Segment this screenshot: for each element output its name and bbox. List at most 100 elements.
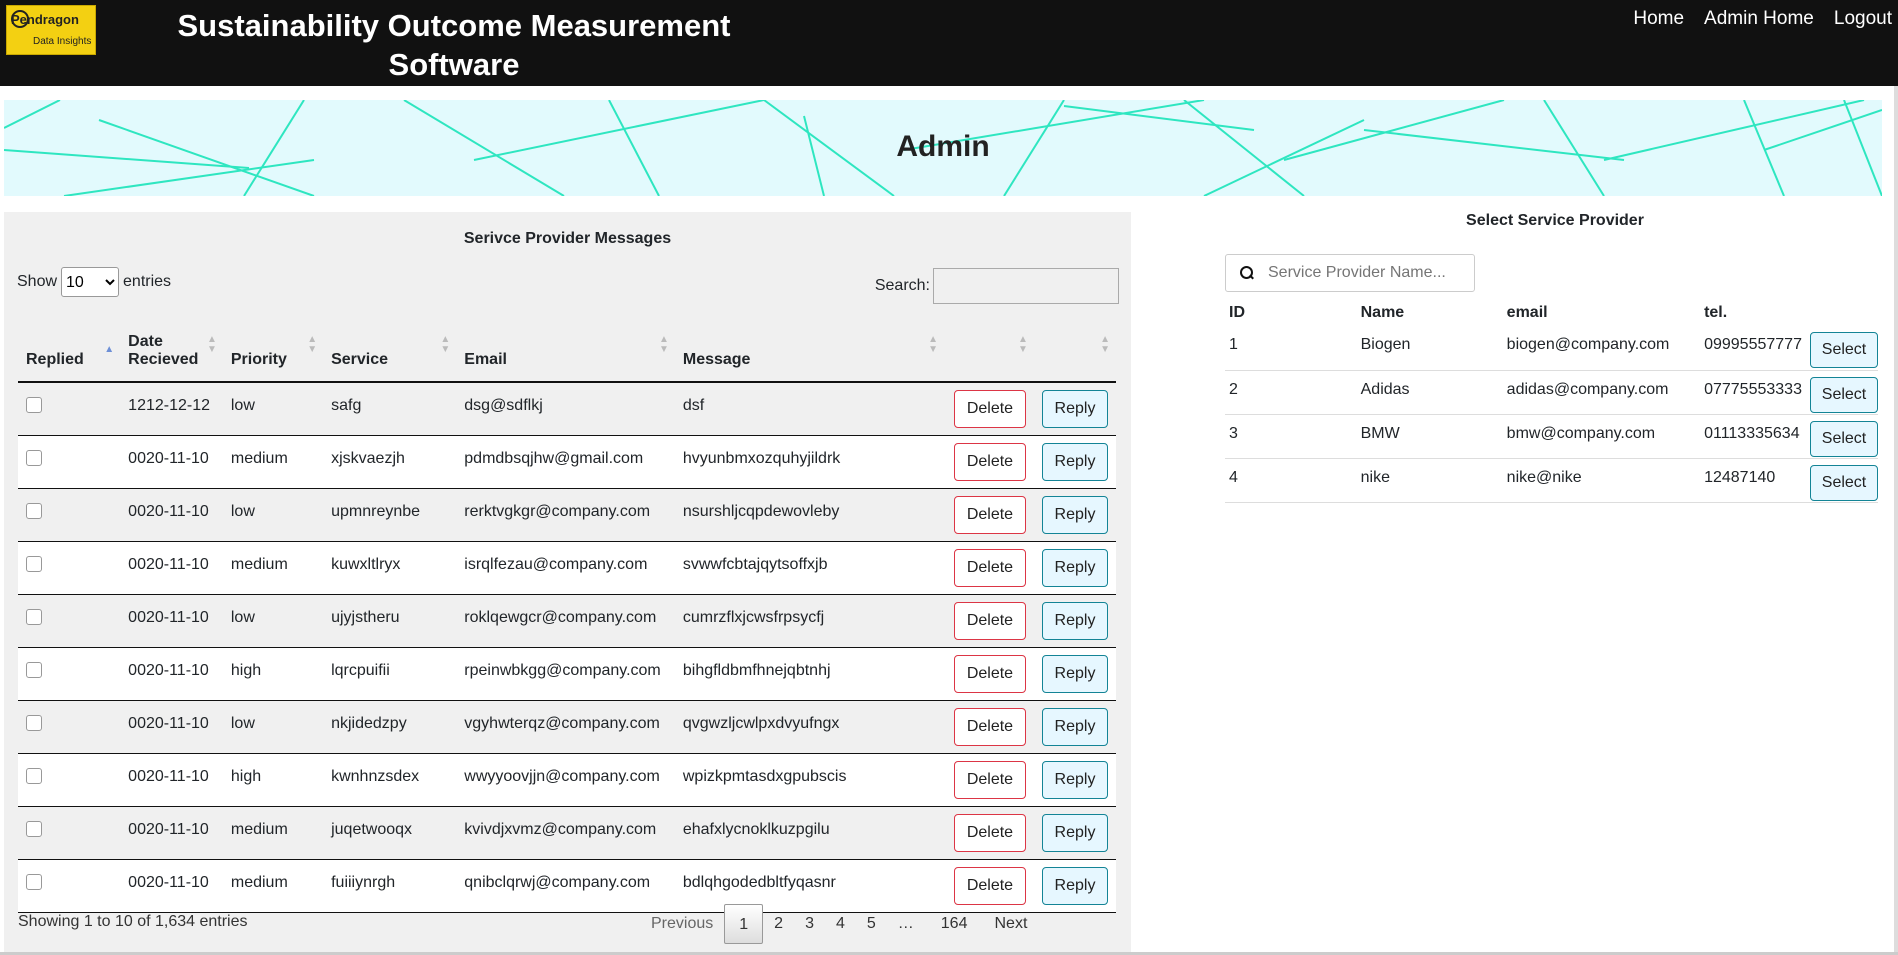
replied-checkbox[interactable] [26,449,42,466]
app-title-line1: Sustainability Outcome Measurement Softw… [177,8,731,82]
reply-button[interactable]: Reply [1042,442,1108,481]
replied-cell [18,541,121,595]
reply-button[interactable]: Reply [1042,760,1108,799]
provider-select-cell: Select [1805,370,1878,415]
table-row: 1212-12-12 low safg dsg@sdflkj dsf Delete Repl… [18,382,1116,436]
delete-button[interactable]: Delete [953,495,1026,534]
replied-checkbox[interactable] [26,661,42,678]
search-input[interactable] [933,268,1119,304]
reply-button[interactable]: Reply [1042,813,1108,852]
reply-cell: Reply [1033,488,1116,542]
replied-checkbox[interactable] [26,555,42,572]
col-delete[interactable]: ▲ ▼ [944,312,1034,383]
replied-checkbox[interactable] [26,397,42,413]
table-row: 0020-11-10 low ujyjstheru roklqewgcr@compan… [18,594,1116,648]
select-provider-button[interactable]: Select [1810,332,1878,368]
delete-button[interactable]: Delete [953,389,1026,428]
priority-cell: high [222,753,324,807]
company-logo[interactable]: Pendragon Data Insights [6,5,96,55]
delete-cell: Delete [944,700,1034,754]
provider-email: biogen@company.com [1502,326,1701,371]
pagination-page-4[interactable]: 4 [825,904,856,944]
reply-cell: Reply [1033,541,1116,595]
pagination-page-1[interactable]: 1 [724,904,764,944]
page-length-select[interactable]: 10 [61,267,120,297]
reply-cell: Reply [1033,806,1116,860]
col-id: ID [1229,304,1245,321]
table-row: 0020-11-10 high kwnhnzsdex wwyyoovjjn@compa… [18,753,1116,807]
reply-cell: Reply [1033,435,1116,489]
col-priority[interactable]: Priority ▲ ▼ [222,312,324,383]
email-cell: vgyhwterqz@company.com [456,700,675,754]
delete-button[interactable]: Delete [953,442,1026,481]
reply-button[interactable]: Reply [1042,866,1108,905]
reply-button[interactable]: Reply [1042,548,1108,587]
col-message[interactable]: Message ▲ ▼ [674,312,945,383]
delete-button[interactable]: Delete [953,707,1026,746]
col-email[interactable]: Email ▲ ▼ [456,312,675,383]
delete-button[interactable]: Delete [953,601,1026,640]
col-service[interactable]: Service ▲ ▼ [323,312,457,383]
pagination-page-3[interactable]: 3 [794,904,825,944]
replied-checkbox[interactable] [26,714,42,731]
reply-cell: Reply [1033,647,1116,701]
pagination-page-last[interactable]: 164 [925,904,984,944]
delete-cell: Delete [944,382,1034,436]
reply-button[interactable]: Reply [1042,654,1108,693]
replied-checkbox[interactable] [26,502,42,519]
email-cell: rpeinwbkgg@company.com [456,647,675,701]
pagination-page-5[interactable]: 5 [856,904,887,944]
nav-admin-home-link[interactable]: Admin Home [1704,8,1814,30]
delete-button[interactable]: Delete [953,654,1026,693]
col-reply[interactable]: ▲ ▼ [1033,312,1116,383]
table-header-row: Replied ▲ Date Recieved ▲ ▼ Priority ▲ ▼ Serv… [18,312,1116,383]
email-cell: wwyyoovjjn@company.com [456,753,675,807]
priority-cell: medium [222,859,324,913]
replied-checkbox[interactable] [26,767,42,784]
replied-checkbox[interactable] [26,608,42,625]
delete-button[interactable]: Delete [953,760,1026,799]
page-scrollbar[interactable] [1894,86,1898,955]
delete-button[interactable]: Delete [953,813,1026,852]
priority-cell: high [222,647,324,701]
pagination-previous[interactable]: Previous [640,904,724,944]
table-search: Search: [875,268,1119,304]
table-row: 0020-11-10 medium xjskvaezjh pdmdbsqjhw@gma… [18,435,1116,489]
email-cell: dsg@sdflkj [456,382,675,436]
replied-cell [18,753,121,807]
nav-home-link[interactable]: Home [1633,8,1684,30]
pagination-page-2[interactable]: 2 [763,904,794,944]
provider-search-box[interactable] [1225,254,1475,292]
show-label: Show [17,273,58,290]
sort-icon: ▲ ▼ [440,334,451,355]
delete-button[interactable]: Delete [953,548,1026,587]
delete-button[interactable]: Delete [953,866,1026,905]
pagination-next[interactable]: Next [983,904,1038,944]
message-cell: cumrzflxjcwsfrpsycfj [674,594,945,648]
nav-links: Home Admin Home Logout [1633,8,1892,30]
provider-row: 4 nike nike@nike 12487140 Select [1225,458,1878,503]
provider-search-input[interactable] [1268,264,1468,282]
provider-email: nike@nike [1502,458,1701,503]
reply-button[interactable]: Reply [1042,707,1108,746]
sort-icon: ▲ ▼ [928,334,939,355]
select-provider-button[interactable]: Select [1810,376,1878,413]
table-info: Showing 1 to 10 of 1,634 entries [18,913,248,930]
reply-button[interactable]: Reply [1042,495,1108,534]
col-name: Name [1360,304,1405,321]
replied-checkbox[interactable] [26,873,42,890]
select-provider-button[interactable]: Select [1810,464,1878,501]
search-icon [1240,266,1254,280]
providers-panel-title: Select Service Provider [1466,212,1644,229]
replied-checkbox[interactable] [26,820,42,837]
nav-logout-link[interactable]: Logout [1834,8,1892,30]
provider-name: Adidas [1356,370,1503,415]
replied-cell [18,700,121,754]
message-cell: wpizkpmtasdxgpubscis [674,753,945,807]
reply-button[interactable]: Reply [1042,389,1108,428]
col-date-received[interactable]: Date Recieved ▲ ▼ [120,312,223,383]
select-provider-button[interactable]: Select [1810,420,1878,457]
provider-email: adidas@company.com [1502,370,1701,415]
reply-button[interactable]: Reply [1042,601,1108,640]
col-replied[interactable]: Replied ▲ [18,312,121,383]
